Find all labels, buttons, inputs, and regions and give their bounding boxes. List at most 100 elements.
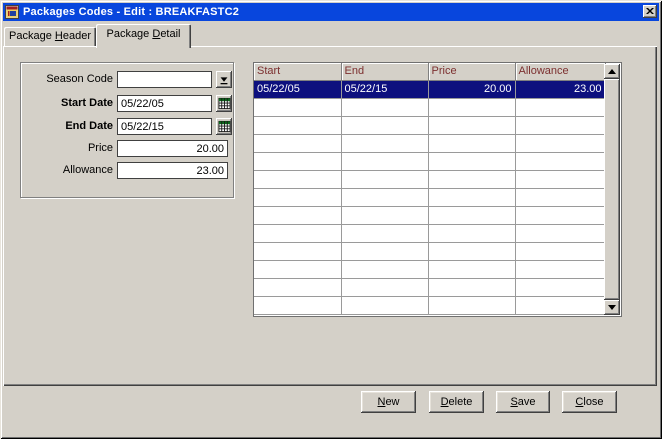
grid-cell[interactable]	[341, 224, 428, 242]
tab-package-detail[interactable]: Package Detail	[96, 24, 191, 48]
grid-cell[interactable]	[428, 278, 515, 296]
grid-cell[interactable]	[428, 116, 515, 134]
grid-cell[interactable]	[515, 152, 605, 170]
grid-cell[interactable]	[428, 152, 515, 170]
grid-cell[interactable]	[515, 278, 605, 296]
grid-cell[interactable]	[341, 260, 428, 278]
grid-cell[interactable]	[254, 224, 341, 242]
app-icon	[5, 5, 19, 19]
grid-cell[interactable]: 05/22/05	[254, 80, 341, 98]
end-date-calendar-button[interactable]	[216, 118, 232, 135]
season-code-dropdown-button[interactable]	[216, 71, 232, 88]
grid-cell[interactable]	[428, 260, 515, 278]
grid-row[interactable]	[254, 296, 605, 314]
allowance-input[interactable]	[117, 162, 228, 179]
grid-cell[interactable]: 23.00	[515, 80, 605, 98]
season-code-input[interactable]	[117, 71, 212, 88]
close-window-button[interactable]: Close	[562, 391, 617, 413]
grid-row[interactable]	[254, 116, 605, 134]
grid-cell[interactable]	[254, 152, 341, 170]
grid-cell[interactable]	[254, 134, 341, 152]
grid-row[interactable]	[254, 134, 605, 152]
start-date-input[interactable]	[117, 95, 212, 112]
grid-vertical-scrollbar[interactable]	[604, 64, 620, 315]
grid-cell[interactable]	[341, 116, 428, 134]
grid-cell[interactable]	[515, 242, 605, 260]
grid-cell[interactable]: 20.00	[428, 80, 515, 98]
tab-label: Package	[9, 30, 55, 42]
grid-cell[interactable]	[428, 296, 515, 314]
grid-row[interactable]	[254, 278, 605, 296]
grid-cell[interactable]	[254, 188, 341, 206]
close-button[interactable]	[643, 5, 657, 18]
grid-cell[interactable]	[515, 206, 605, 224]
grid-column-header[interactable]: End	[341, 63, 428, 80]
grid-cell[interactable]	[515, 296, 605, 314]
delete-button[interactable]: Delete	[429, 391, 484, 413]
grid-cell[interactable]	[428, 206, 515, 224]
start-date-calendar-button[interactable]	[216, 95, 232, 112]
grid-cell[interactable]	[254, 206, 341, 224]
allowance-label: Allowance	[18, 162, 113, 179]
new-button[interactable]: New	[361, 391, 416, 413]
grid-row[interactable]	[254, 170, 605, 188]
save-button[interactable]: Save	[496, 391, 550, 413]
grid-cell[interactable]	[254, 296, 341, 314]
grid-cell[interactable]	[341, 134, 428, 152]
grid-cell[interactable]	[341, 170, 428, 188]
grid-cell[interactable]	[254, 170, 341, 188]
end-date-input[interactable]	[117, 118, 212, 135]
tab-package-header[interactable]: Package Header	[4, 27, 96, 46]
scroll-up-button[interactable]	[604, 64, 620, 79]
grid-cell[interactable]	[515, 224, 605, 242]
grid-cell[interactable]	[428, 170, 515, 188]
grid-cell[interactable]	[254, 98, 341, 116]
tab-label: Package	[106, 28, 152, 40]
grid-table: StartEndPriceAllowance 05/22/0505/22/152…	[254, 63, 606, 315]
grid-cell[interactable]	[341, 296, 428, 314]
calendar-icon	[218, 97, 231, 110]
grid-cell[interactable]	[341, 188, 428, 206]
grid-row[interactable]: 05/22/0505/22/1520.0023.00	[254, 80, 605, 98]
titlebar[interactable]: Packages Codes - Edit : BREAKFASTC2	[3, 3, 659, 21]
grid-row[interactable]	[254, 260, 605, 278]
grid-cell[interactable]	[515, 170, 605, 188]
price-label: Price	[18, 140, 113, 157]
grid-cell[interactable]	[428, 134, 515, 152]
grid-cell[interactable]: 05/22/15	[341, 80, 428, 98]
grid-cell[interactable]	[428, 188, 515, 206]
grid-row[interactable]	[254, 242, 605, 260]
grid-row[interactable]	[254, 224, 605, 242]
grid-cell[interactable]	[341, 242, 428, 260]
grid-cell[interactable]	[515, 260, 605, 278]
grid-row[interactable]	[254, 152, 605, 170]
grid-column-header[interactable]: Start	[254, 63, 341, 80]
grid-row[interactable]	[254, 206, 605, 224]
grid-cell[interactable]	[254, 116, 341, 134]
grid-column-header[interactable]: Price	[428, 63, 515, 80]
season-code-label: Season Code	[18, 71, 113, 88]
scrollbar-thumb[interactable]	[604, 79, 620, 300]
grid-cell[interactable]	[428, 224, 515, 242]
grid-cell[interactable]	[515, 98, 605, 116]
grid-cell[interactable]	[515, 134, 605, 152]
grid-cell[interactable]	[341, 278, 428, 296]
grid-cell[interactable]	[254, 260, 341, 278]
grid-cell[interactable]	[428, 242, 515, 260]
price-input[interactable]	[117, 140, 228, 157]
grid-cell[interactable]	[341, 98, 428, 116]
window: Packages Codes - Edit : BREAKFASTC2 Pack…	[0, 0, 662, 439]
grid-cell[interactable]	[515, 188, 605, 206]
calendar-icon	[218, 120, 231, 133]
grid-column-header[interactable]: Allowance	[515, 63, 605, 80]
scroll-down-button[interactable]	[604, 300, 620, 315]
grid-row[interactable]	[254, 98, 605, 116]
grid-cell[interactable]	[515, 116, 605, 134]
grid-cell[interactable]	[254, 242, 341, 260]
arrow-up-icon	[608, 69, 616, 74]
grid-cell[interactable]	[428, 98, 515, 116]
grid-row[interactable]	[254, 188, 605, 206]
grid-cell[interactable]	[341, 206, 428, 224]
grid-cell[interactable]	[341, 152, 428, 170]
grid-cell[interactable]	[254, 278, 341, 296]
